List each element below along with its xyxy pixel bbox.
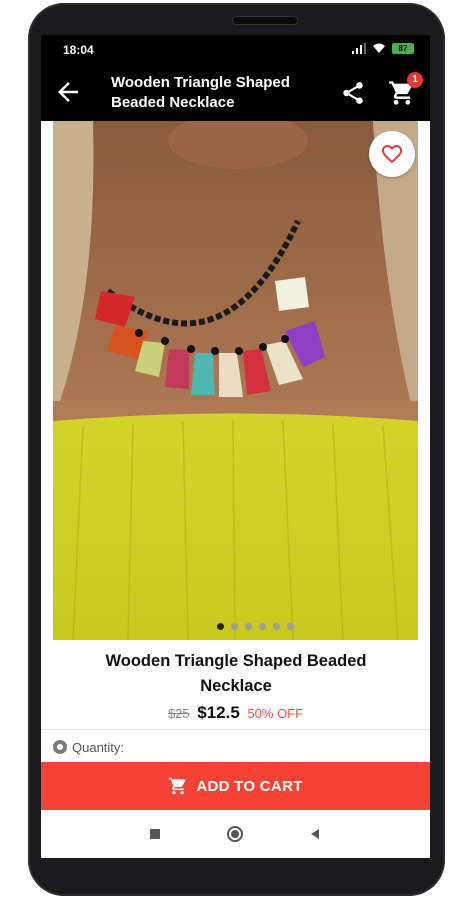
cart-icon bbox=[169, 777, 186, 795]
carousel-dot[interactable] bbox=[273, 623, 280, 630]
phone-speaker bbox=[232, 16, 298, 25]
status-time: 18:04 bbox=[63, 43, 94, 57]
triangle-icon[interactable] bbox=[306, 825, 324, 843]
cart-count-badge: 1 bbox=[407, 72, 423, 88]
battery-icon: 87 bbox=[392, 43, 414, 54]
carousel-dot[interactable] bbox=[287, 623, 294, 630]
share-icon[interactable] bbox=[340, 80, 366, 106]
necklace-photo bbox=[53, 121, 418, 640]
radio-icon[interactable] bbox=[53, 740, 67, 754]
status-icons: 87 bbox=[352, 43, 414, 54]
add-to-cart-button[interactable]: ADD TO CART bbox=[41, 762, 430, 810]
product-title: Wooden Triangle Shaped Beaded Necklace bbox=[105, 652, 367, 695]
carousel-dot[interactable] bbox=[245, 623, 252, 630]
back-arrow-icon[interactable] bbox=[53, 77, 83, 107]
carousel-dot[interactable] bbox=[231, 623, 238, 630]
discount-label: 50% OFF bbox=[247, 706, 304, 721]
image-carousel-dots bbox=[41, 623, 430, 633]
quantity-row: Quantity: bbox=[53, 737, 124, 757]
carousel-dot[interactable] bbox=[217, 623, 224, 630]
original-price: $25 bbox=[167, 706, 190, 721]
circle-icon[interactable] bbox=[226, 825, 244, 843]
sale-price: $12.5 bbox=[197, 703, 240, 722]
app-bar: Wooden Triangle Shaped Beaded Necklace 1 bbox=[41, 64, 430, 121]
product-image[interactable] bbox=[53, 121, 418, 640]
square-icon[interactable] bbox=[146, 825, 164, 843]
wifi-icon bbox=[373, 43, 385, 53]
heart-outline-icon bbox=[382, 145, 402, 164]
favorite-button[interactable] bbox=[369, 131, 415, 177]
carousel-dot[interactable] bbox=[259, 623, 266, 630]
quantity-label: Quantity: bbox=[72, 739, 125, 755]
price-row: $25 $12.5 50% OFF bbox=[41, 703, 430, 723]
add-to-cart-label: ADD TO CART bbox=[196, 777, 303, 795]
signal-icon bbox=[352, 43, 366, 54]
divider bbox=[41, 729, 430, 730]
system-nav-bar bbox=[41, 810, 430, 858]
page-title: Wooden Triangle Shaped Beaded Necklace bbox=[111, 74, 290, 111]
status-bar: 18:04 87 bbox=[41, 35, 430, 64]
app-screen: 18:04 87 Wooden Triangle Shaped Beaded N… bbox=[41, 35, 430, 858]
